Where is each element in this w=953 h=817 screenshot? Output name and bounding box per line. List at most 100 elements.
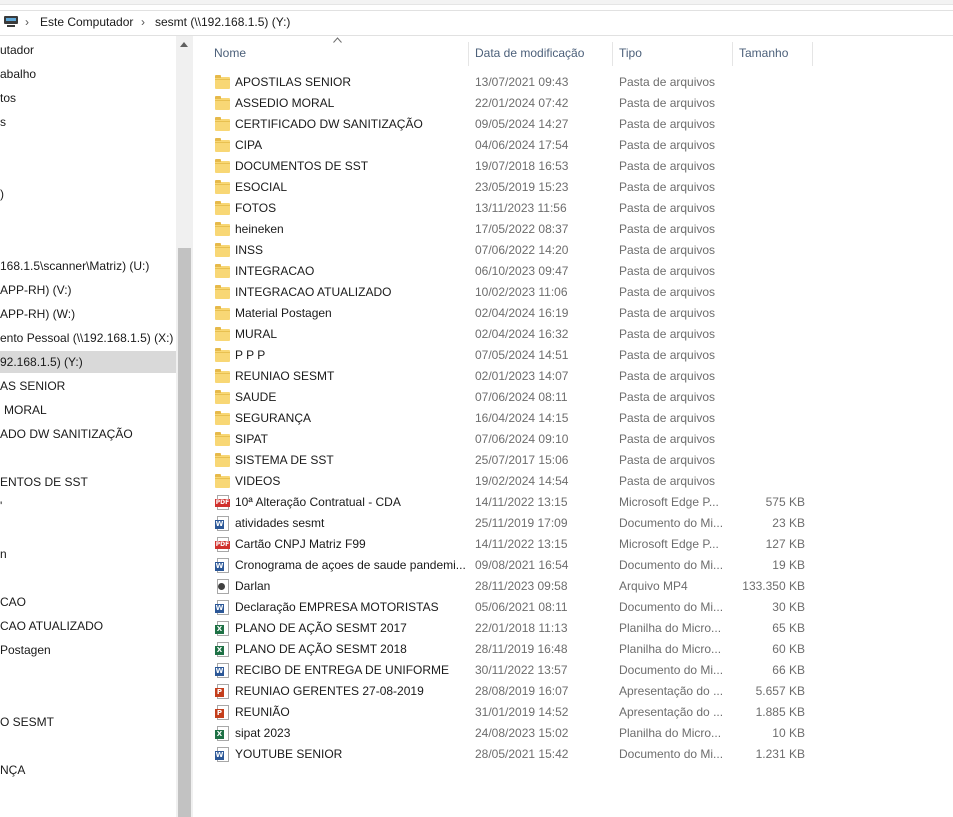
file-name: CERTIFICADO DW SANITIZAÇÃO xyxy=(235,117,423,131)
file-type: Pasta de arquivos xyxy=(619,96,716,110)
file-row[interactable]: CERTIFICADO DW SANITIZAÇÃO 09/05/2024 14:… xyxy=(210,114,810,135)
file-size: 5.657 KB xyxy=(755,684,805,698)
sidebar-item[interactable]: MORAL xyxy=(0,399,176,421)
file-row[interactable]: REUNIAO SESMT 02/01/2023 14:07 Pasta de ar… xyxy=(210,366,810,387)
file-size: 1.231 KB xyxy=(755,747,805,761)
sidebar-item[interactable]: utador xyxy=(0,39,176,61)
file-size: 10 KB xyxy=(772,726,805,740)
file-name: PLANO DE AÇÃO SESMT 2017 xyxy=(235,621,407,635)
file-row[interactable]: DOCUMENTOS DE SST 19/07/2018 16:53 Pasta d… xyxy=(210,156,810,177)
file-row[interactable]: Watividades sesmt 25/11/2019 17:09 Documen… xyxy=(210,513,810,534)
sidebar-item-label: MORAL xyxy=(4,403,47,417)
file-date: 07/05/2024 14:51 xyxy=(475,348,569,362)
window-top-strip xyxy=(0,0,953,5)
sidebar-item[interactable]: CAO ATUALIZADO xyxy=(0,615,176,637)
file-date: 22/01/2018 11:13 xyxy=(475,621,568,635)
file-type: Documento do Mi... xyxy=(619,600,724,614)
column-header-name[interactable]: Nome xyxy=(214,36,246,68)
column-divider[interactable] xyxy=(812,42,813,66)
file-date: 19/02/2024 14:54 xyxy=(475,474,569,488)
sidebar-item[interactable]: APP-RH) (V:) xyxy=(0,279,176,301)
file-type: Pasta de arquivos xyxy=(619,117,716,131)
column-divider[interactable] xyxy=(732,42,733,66)
sidebar-item-label: ' xyxy=(0,499,3,513)
file-row[interactable]: W RECIBO DE ENTREGA DE UNIFORME 30/11/2022… xyxy=(210,660,810,681)
sidebar-item[interactable]: abalho xyxy=(0,63,176,85)
file-row[interactable]: VIDEOS 19/02/2024 14:54 Pasta de arquivos xyxy=(210,471,810,492)
file-date: 28/11/2023 09:58 xyxy=(475,579,568,593)
sidebar-item[interactable]: n xyxy=(0,543,176,565)
file-row[interactable]: X PLANO DE AÇÃO SESMT 2017 22/01/2018 11:1… xyxy=(210,618,810,639)
file-row[interactable]: W Declaração EMPRESA MOTORISTAS 05/06/2021… xyxy=(210,597,810,618)
sidebar-item[interactable]: CAO xyxy=(0,591,176,613)
file-row[interactable]: FOTOS 13/11/2023 11:56 Pasta de arquivos xyxy=(210,198,810,219)
column-header-size[interactable]: Tamanho xyxy=(739,36,788,68)
sidebar-item[interactable]: tos xyxy=(0,87,176,109)
sidebar-item[interactable]: ADO DW SANITIZAÇÃO xyxy=(0,423,176,445)
sidebar-item[interactable]: s xyxy=(0,111,176,133)
file-row[interactable]: PDF 10ª Alteração Contratual - CDA 14/11/2… xyxy=(210,492,810,513)
file-row[interactable]: Darlan 28/11/2023 09:58 Arquivo MP4 133.350… xyxy=(210,576,810,597)
file-name: VIDEOS xyxy=(235,474,281,488)
file-row[interactable]: P REUNIÃO 31/01/2019 14:52 Apresentação do … xyxy=(210,702,810,723)
scroll-up-arrow-icon[interactable] xyxy=(180,42,188,47)
chevron-right-icon[interactable]: › xyxy=(25,15,29,29)
word-icon: W xyxy=(215,516,231,531)
file-row[interactable]: P P P 07/05/2024 14:51 Pasta de arquivos xyxy=(210,345,810,366)
sidebar-item[interactable]: AS SENIOR xyxy=(0,375,176,397)
column-divider[interactable] xyxy=(612,42,613,66)
file-row[interactable]: ASSEDIO MORAL 22/01/2024 07:42 Pasta de ar… xyxy=(210,93,810,114)
file-row[interactable]: Xsipat 2023 24/08/2023 15:02 Planilha do M… xyxy=(210,723,810,744)
file-type: Pasta de arquivos xyxy=(619,432,716,446)
sidebar-item[interactable]: APP-RH) (W:) xyxy=(0,303,176,325)
file-row[interactable]: INTEGRACAO ATUALIZADO 10/02/2023 11:06 Pas… xyxy=(210,282,810,303)
file-row[interactable]: Material Postagen 02/04/2024 16:19 Pasta d… xyxy=(210,303,810,324)
file-row[interactable]: SAUDE 07/06/2024 08:11 Pasta de arquivos xyxy=(210,387,810,408)
file-row[interactable]: X PLANO DE AÇÃO SESMT 2018 28/11/2019 16:4… xyxy=(210,639,810,660)
scrollbar-thumb[interactable] xyxy=(178,248,191,817)
sidebar-item[interactable]: 92.168.1.5) (Y:) xyxy=(0,351,176,373)
file-row[interactable]: ESOCIAL 23/05/2019 15:23 Pasta de arquivos xyxy=(210,177,810,198)
file-size: 66 KB xyxy=(772,663,805,677)
folder-icon xyxy=(215,75,231,90)
sidebar-item[interactable]: NÇA xyxy=(0,759,176,781)
column-header-type[interactable]: Tipo xyxy=(619,36,642,68)
file-row[interactable]: SEGURANÇA 16/04/2024 14:15 Pasta de arquiv… xyxy=(210,408,810,429)
folder-icon xyxy=(215,201,231,216)
breadcrumb-current-drive[interactable]: sesmt (\\192.168.1.5) (Y:) xyxy=(155,15,290,29)
column-divider[interactable] xyxy=(468,42,469,66)
sidebar-item[interactable]: O SESMT xyxy=(0,711,176,733)
address-bar[interactable]: › Este Computador › sesmt (\\192.168.1.5… xyxy=(0,10,953,36)
file-date: 04/06/2024 17:54 xyxy=(475,138,569,152)
chevron-right-icon[interactable]: › xyxy=(141,15,145,29)
nav-scrollbar[interactable] xyxy=(176,36,193,817)
sidebar-item[interactable]: ENTOS DE SST xyxy=(0,471,176,493)
file-row[interactable]: INTEGRACAO 06/10/2023 09:47 Pasta de arqui… xyxy=(210,261,810,282)
file-row[interactable]: APOSTILAS SENIOR 13/07/2021 09:43 Pasta de… xyxy=(210,72,810,93)
sidebar-item-label: ENTOS DE SST xyxy=(0,475,88,489)
breadcrumb-este-computador[interactable]: Este Computador xyxy=(40,15,133,29)
file-row[interactable]: MURAL 02/04/2024 16:32 Pasta de arquivos xyxy=(210,324,810,345)
column-header-date[interactable]: Data de modificação xyxy=(475,36,584,68)
file-row[interactable]: heineken 17/05/2022 08:37 Pasta de arquivo… xyxy=(210,219,810,240)
file-name: MURAL xyxy=(235,327,278,341)
folder-icon xyxy=(215,348,231,363)
sidebar-item[interactable]: ' xyxy=(0,495,176,517)
sidebar-item[interactable]: ) xyxy=(0,183,176,205)
file-row[interactable]: SISTEMA DE SST 25/07/2017 15:06 Pasta de a… xyxy=(210,450,810,471)
file-row[interactable]: PDF Cartão CNPJ Matriz F99 14/11/2022 13:1… xyxy=(210,534,810,555)
file-name: ESOCIAL xyxy=(235,180,288,194)
sidebar-item-label: CAO ATUALIZADO xyxy=(0,619,104,633)
file-row[interactable]: SIPAT 07/06/2024 09:10 Pasta de arquivos xyxy=(210,429,810,450)
file-row[interactable]: INSS 07/06/2022 14:20 Pasta de arquivos xyxy=(210,240,810,261)
file-row[interactable]: CIPA 04/06/2024 17:54 Pasta de arquivos xyxy=(210,135,810,156)
file-row[interactable]: W Cronograma de açoes de saude pandemi...… xyxy=(210,555,810,576)
file-name: atividades sesmt xyxy=(235,516,325,530)
file-date: 16/04/2024 14:15 xyxy=(475,411,569,425)
sidebar-item[interactable]: ento Pessoal (\\192.168.1.5) (X:) xyxy=(0,327,176,349)
file-row[interactable]: W YOUTUBE SENIOR 28/05/2021 15:42 Documento… xyxy=(210,744,810,765)
sidebar-item[interactable]: 168.1.5\scanner\Matriz) (U:) xyxy=(0,255,176,277)
file-date: 28/05/2021 15:42 xyxy=(475,747,569,761)
file-row[interactable]: P REUNIAO GERENTES 27-08-2019 28/08/2019 1… xyxy=(210,681,810,702)
sidebar-item[interactable]: Postagen xyxy=(0,639,176,661)
